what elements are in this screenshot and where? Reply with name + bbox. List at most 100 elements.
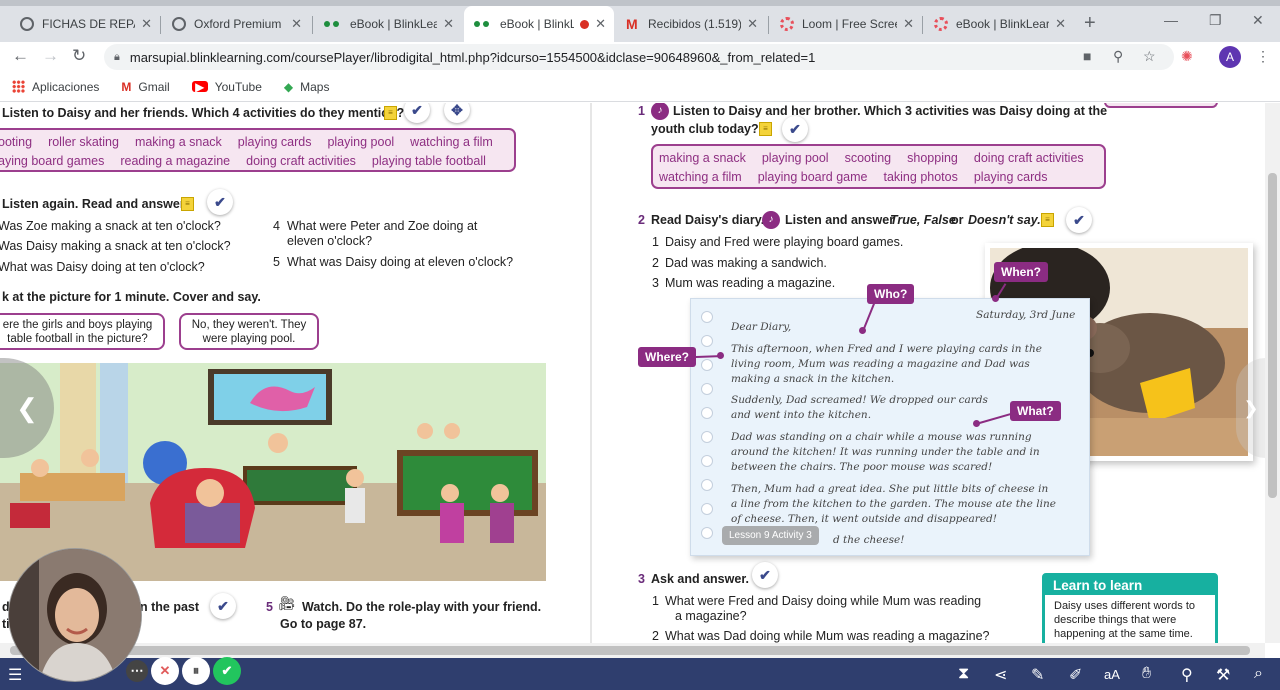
- left-ex4-fragment-b: n the past: [140, 600, 200, 614]
- profile-avatar[interactable]: A: [1219, 46, 1241, 68]
- tab-ebook-active[interactable]: eBook | BlinkL ✕: [464, 6, 614, 42]
- check-button[interactable]: ✔: [210, 593, 236, 619]
- diary-line: and went into the kitchen.: [731, 409, 872, 421]
- left-ex2-title: Listen again. Read and answer.: [2, 197, 188, 211]
- right-ex2-item-num: 2: [652, 256, 659, 270]
- restore-icon[interactable]: ❐: [1209, 12, 1222, 29]
- reload-icon[interactable]: ↻: [72, 46, 86, 66]
- scroll-thumb[interactable]: [1268, 173, 1277, 498]
- left-ex2-q5: What was Daisy doing at eleven o'clock?: [287, 255, 514, 269]
- diary-line: Then, Mum had a great idea. She put litt…: [731, 483, 1049, 495]
- diary-line: Suddenly, Dad screamed! We dropped our c…: [731, 394, 988, 406]
- bookmark-label: Gmail: [138, 79, 170, 94]
- close-icon[interactable]: ✕: [747, 16, 758, 32]
- note-icon[interactable]: ≡: [384, 106, 397, 120]
- more-icon[interactable]: ⋯: [126, 660, 148, 682]
- menu-icon[interactable]: ☰: [8, 665, 22, 685]
- tab-oxford[interactable]: Oxford Premium ✕: [162, 6, 310, 42]
- back-icon[interactable]: ←: [12, 46, 29, 66]
- check-button[interactable]: ✔: [404, 103, 430, 123]
- blink-icon: [324, 17, 342, 31]
- left-ex5-num: 5: [266, 600, 273, 614]
- listen-icon[interactable]: ♪: [651, 103, 669, 120]
- window-close-icon[interactable]: ✕: [1252, 12, 1264, 29]
- right-ex2-title-c: True, False: [890, 213, 956, 227]
- check-button[interactable]: ✔: [782, 116, 808, 142]
- tab-title: Oxford Premium: [194, 17, 282, 31]
- bookmark-label: Aplicaciones: [32, 79, 100, 94]
- magnify-icon[interactable]: ⌕: [1254, 665, 1263, 683]
- close-icon[interactable]: ✕: [903, 16, 914, 32]
- right-ex2-title-b: Listen and answer: [785, 213, 895, 227]
- speech-bubble-question: ere the girls and boys playing table foot…: [0, 313, 165, 350]
- text-size-icon[interactable]: aA: [1104, 667, 1120, 682]
- tab-loom[interactable]: Loom | Free Screen ✕: [770, 6, 922, 42]
- note-icon[interactable]: ≡: [759, 122, 772, 136]
- finish-recording-button[interactable]: ✔: [213, 657, 241, 685]
- horizontal-scrollbar[interactable]: [0, 643, 1265, 658]
- note-icon[interactable]: ≡: [1041, 213, 1054, 227]
- lock-icon: 🔒︎: [114, 50, 120, 63]
- learn-text: Daisy uses different words to describe t…: [1054, 600, 1196, 640]
- webcam-overlay[interactable]: [8, 548, 142, 682]
- globe-icon: [172, 17, 186, 31]
- diary-date: Saturday, 3rd June: [976, 309, 1076, 321]
- address-bar[interactable]: 🔒︎ marsupial.blinklearning.com/coursePla…: [104, 44, 1174, 70]
- close-icon[interactable]: ✕: [141, 16, 152, 32]
- forward-icon[interactable]: →: [42, 46, 59, 66]
- blink-icon: [474, 17, 492, 31]
- right-ex2-item: Daisy and Fred were playing board games.: [665, 235, 904, 249]
- bookmark-gmail[interactable]: M Gmail: [121, 80, 169, 94]
- hand-icon[interactable]: ✋︎: [1142, 665, 1151, 683]
- game-icon[interactable]: ✥: [444, 103, 470, 123]
- menu-kebab-icon[interactable]: ⋮: [1256, 48, 1270, 65]
- check-button[interactable]: ✔: [752, 562, 778, 588]
- diary-line: making a snack in the kitchen.: [731, 373, 895, 385]
- listen-icon[interactable]: ♪: [762, 211, 780, 229]
- zoom-icon[interactable]: ⚲: [1113, 48, 1123, 65]
- pause-button[interactable]: ⏸︎: [182, 657, 210, 685]
- hscroll-thumb[interactable]: [10, 646, 1250, 655]
- bookmarks-bar: Aplicaciones M Gmail ▶ YouTube ◆ Maps: [0, 72, 1280, 102]
- close-icon[interactable]: ✕: [291, 16, 302, 32]
- note-icon[interactable]: ≡: [181, 197, 194, 211]
- minimize-icon[interactable]: —: [1164, 12, 1178, 28]
- tab-ebook-1[interactable]: eBook | BlinkLearn ✕: [314, 6, 462, 42]
- cancel-recording-button[interactable]: ✕: [151, 657, 179, 685]
- close-icon[interactable]: ✕: [443, 16, 454, 32]
- star-icon[interactable]: ☆: [1143, 48, 1156, 65]
- vertical-scrollbar[interactable]: [1265, 103, 1280, 643]
- loom-extension-icon[interactable]: ✺: [1181, 48, 1193, 65]
- check-button[interactable]: ✔: [1066, 207, 1092, 233]
- diary-line: d the cheese!: [833, 534, 905, 546]
- wrench-icon[interactable]: ⚒: [1216, 665, 1230, 685]
- timer-icon[interactable]: ⧗: [958, 665, 969, 683]
- camera-icon[interactable]: ■: [1083, 48, 1091, 64]
- new-tab-button[interactable]: +: [1084, 12, 1096, 35]
- cropped-box: [1104, 103, 1218, 108]
- tab-ebook-2[interactable]: eBook | BlinkLearn ✕: [924, 6, 1074, 42]
- url-text: marsupial.blinklearning.com/coursePlayer…: [129, 49, 816, 65]
- check-button[interactable]: ✔: [207, 189, 233, 215]
- bookmark-maps[interactable]: ◆ Maps: [284, 80, 330, 94]
- pen-icon[interactable]: ✎: [1031, 665, 1044, 685]
- tab-gmail[interactable]: M Recibidos (1.519) - ✕: [616, 6, 766, 42]
- right-word-box: making a snack playing pool scooting shoppi…: [651, 144, 1106, 189]
- share-icon[interactable]: ⋖: [994, 665, 1007, 685]
- bookmark-youtube[interactable]: ▶ YouTube: [191, 79, 262, 94]
- right-ex3-title: Ask and answer.: [651, 572, 749, 586]
- bookmark-label: YouTube: [214, 79, 262, 94]
- video-icon[interactable]: 🎥︎: [278, 595, 296, 612]
- next-page-button[interactable]: ❯: [1236, 358, 1265, 458]
- close-icon[interactable]: ✕: [595, 16, 606, 32]
- diary-line: around the kitchen! It was running under…: [731, 446, 1040, 458]
- right-ex2-title: Read Daisy's diary.: [651, 213, 765, 227]
- close-icon[interactable]: ✕: [1055, 16, 1066, 32]
- bookmark-apps[interactable]: Aplicaciones: [12, 80, 99, 94]
- pin-icon[interactable]: ⚲: [1181, 665, 1193, 685]
- marker-icon[interactable]: ✐: [1069, 665, 1082, 685]
- left-ex2-q4-num: 4: [273, 219, 280, 233]
- left-ex2-q3: What was Daisy doing at ten o'clock?: [0, 260, 205, 274]
- loom-icon: [780, 17, 794, 31]
- tab-fichas[interactable]: FICHAS DE REPASO ✕: [10, 6, 160, 42]
